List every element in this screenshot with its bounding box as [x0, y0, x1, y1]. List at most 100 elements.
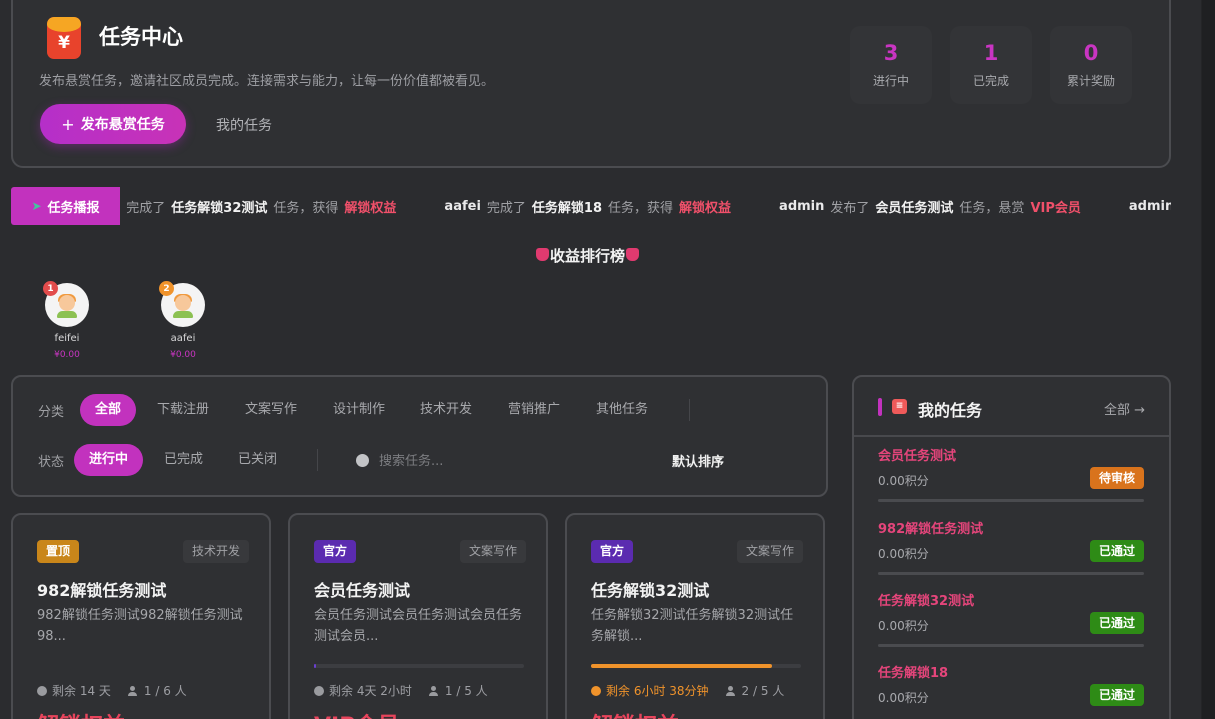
stat-value: 3 — [883, 41, 899, 65]
my-task-item[interactable]: 会员任务测试 0.00积分 待审核 — [878, 439, 1144, 511]
ranking-user-amount: ¥0.00 — [170, 350, 196, 360]
task-description: 会员任务测试会员任务测试会员任务测试会员... — [314, 608, 523, 644]
broadcast-user[interactable]: admin — [779, 199, 824, 214]
category-chip-design[interactable]: 设计制作 — [333, 394, 385, 426]
status-badge: 已通过 — [1089, 540, 1144, 562]
category-chip-copywriting[interactable]: 文案写作 — [245, 394, 297, 426]
divider — [878, 644, 1144, 647]
broadcast-item: ei 完成了 任务解锁32测试 任务，获得 解锁权益 — [107, 197, 396, 216]
task-title[interactable]: 会员任务测试 — [314, 577, 410, 601]
broadcast-item: admin 发 — [1129, 197, 1171, 216]
task-broadcast-ticker: ➤ 任务播报 ei 完成了 任务解锁32测试 任务，获得 解锁权益 aafei … — [11, 187, 1171, 225]
people-icon — [127, 685, 139, 696]
stat-label: 已完成 — [972, 74, 1009, 88]
status-chip-completed[interactable]: 已完成 — [164, 444, 203, 476]
medal-icon — [626, 248, 639, 261]
task-title[interactable]: 982解锁任务测试 — [37, 577, 166, 601]
my-task-title[interactable]: 任务解锁18 — [878, 662, 948, 681]
task-card[interactable]: 官方 文案写作 任务解锁32测试 任务解锁32测试任务解锁32测试任务解锁...… — [565, 513, 825, 719]
avatar: 2 — [159, 281, 205, 327]
view-all-link[interactable]: 全部 → — [1104, 399, 1145, 418]
avatar: 1 — [43, 281, 89, 327]
page-title: 任务中心 — [99, 25, 183, 49]
task-reward: 解锁权益 — [591, 708, 679, 719]
my-task-points: 0.00积分 — [878, 474, 929, 488]
status-chip-in-progress[interactable]: 进行中 — [74, 444, 143, 476]
my-tasks-link[interactable]: 我的任务 — [216, 115, 272, 135]
task-center-header: ¥ 任务中心 发布悬赏任务，邀请社区成员完成。连接需求与能力，让每一份价值都被看… — [11, 0, 1171, 168]
task-remaining: 剩余 4天 2小时 — [329, 684, 412, 698]
my-task-title[interactable]: 982解锁任务测试 — [878, 518, 983, 537]
status-badge: 已通过 — [1089, 684, 1144, 706]
ranking-user-name: aafei — [170, 333, 196, 344]
task-filter-panel: 分类 全部 下载注册 文案写作 设计制作 技术开发 营销推广 其他任务 状态 进… — [11, 375, 828, 497]
ranking-user-amount: ¥0.00 — [54, 350, 80, 360]
broadcast-track: ei 完成了 任务解锁32测试 任务，获得 解锁权益 aafei 完成了 任务解… — [107, 187, 1171, 225]
publish-task-button[interactable]: + 发布悬赏任务 — [40, 104, 186, 144]
my-task-item[interactable]: 任务解锁18 0.00积分 已通过 — [878, 656, 1144, 719]
ranking-user-name: feifei — [54, 333, 80, 344]
broadcast-badge: ➤ 任务播报 — [11, 187, 120, 225]
my-task-title[interactable]: 任务解锁32测试 — [878, 590, 974, 609]
category-chip-other[interactable]: 其他任务 — [596, 394, 648, 426]
category-chip-all[interactable]: 全部 — [80, 394, 136, 426]
broadcast-user[interactable]: admin — [1129, 199, 1171, 214]
my-tasks-header: ≡ 我的任务 全部 → — [854, 377, 1169, 437]
broadcast-task[interactable]: 任务解锁32测试 — [171, 197, 267, 216]
category-chip-marketing[interactable]: 营销推广 — [508, 394, 560, 426]
clock-icon — [591, 685, 601, 696]
broadcast-reward: 解锁权益 — [344, 200, 397, 216]
status-chip-closed[interactable]: 已关闭 — [238, 444, 277, 476]
stat-label: 进行中 — [872, 74, 909, 88]
broadcast-reward: 解锁权益 — [679, 200, 732, 216]
official-tag: 官方 — [591, 540, 634, 563]
official-tag: 官方 — [314, 540, 357, 563]
stat-in-progress: 3 进行中 — [850, 26, 932, 104]
page-scrollbar[interactable] — [1201, 0, 1215, 719]
search-icon — [356, 454, 369, 467]
my-task-item[interactable]: 任务解锁32测试 0.00积分 已通过 — [878, 584, 1144, 656]
divider — [878, 499, 1144, 502]
task-category: 技术开发 — [182, 540, 249, 563]
rank-badge: 2 — [159, 281, 174, 296]
status-label: 状态 — [38, 455, 65, 470]
broadcast-item: admin 发布了 会员任务测试 任务，悬赏 VIP会员 — [779, 197, 1081, 216]
task-card[interactable]: 官方 文案写作 会员任务测试 会员任务测试会员任务测试会员任务测试会员... 剩… — [288, 513, 548, 719]
clock-icon — [37, 685, 47, 696]
ranking-user[interactable]: 1 feifei ¥0.00 — [32, 281, 102, 360]
task-description: 任务解锁32测试任务解锁32测试任务解锁... — [591, 608, 794, 644]
task-meta: 剩余 6小时 38分钟 2 / 5 人 — [591, 682, 784, 699]
ranking-user[interactable]: 2 aafei ¥0.00 — [148, 281, 218, 360]
ranking-title: 收益排行榜 — [0, 245, 1175, 266]
divider — [689, 399, 690, 421]
task-category: 文案写作 — [736, 540, 803, 563]
search-input[interactable] — [379, 449, 619, 473]
broadcast-mid: 任务，获得 — [273, 200, 339, 216]
broadcast-user[interactable]: aafei — [444, 199, 480, 214]
task-reward: 解锁权益 — [37, 708, 125, 719]
stat-value: 0 — [1083, 41, 1099, 65]
my-task-points: 0.00积分 — [878, 691, 929, 705]
task-progress-bar — [314, 664, 524, 668]
task-description: 982解锁任务测试982解锁任务测试98... — [37, 608, 243, 644]
broadcast-task[interactable]: 任务解锁18 — [532, 197, 602, 216]
publish-task-label: 发布悬赏任务 — [80, 117, 165, 133]
my-task-item[interactable]: 982解锁任务测试 0.00积分 已通过 — [878, 512, 1144, 584]
task-title[interactable]: 任务解锁32测试 — [591, 577, 709, 601]
my-task-title[interactable]: 会员任务测试 — [878, 445, 956, 464]
accent-bar — [878, 398, 882, 416]
broadcast-mid: 任务，悬赏 — [959, 200, 1025, 216]
task-meta: 剩余 14 天 1 / 6 人 — [37, 682, 187, 699]
broadcast-action: 完成了 — [126, 200, 166, 216]
broadcast-action: 完成了 — [486, 200, 526, 216]
status-badge: 待审核 — [1089, 467, 1144, 489]
task-card[interactable]: 置顶 技术开发 982解锁任务测试 982解锁任务测试982解锁任务测试98..… — [11, 513, 271, 719]
sort-dropdown[interactable]: 默认排序 — [672, 451, 724, 470]
broadcast-task[interactable]: 会员任务测试 — [875, 197, 953, 216]
broadcast-mid: 任务，获得 — [608, 200, 674, 216]
red-envelope-icon: ¥ — [47, 17, 81, 59]
task-meta: 剩余 4天 2小时 1 / 5 人 — [314, 682, 488, 699]
task-reward: VIP会员 — [314, 708, 399, 719]
category-chip-tech[interactable]: 技术开发 — [420, 394, 472, 426]
category-chip-download[interactable]: 下载注册 — [157, 394, 209, 426]
